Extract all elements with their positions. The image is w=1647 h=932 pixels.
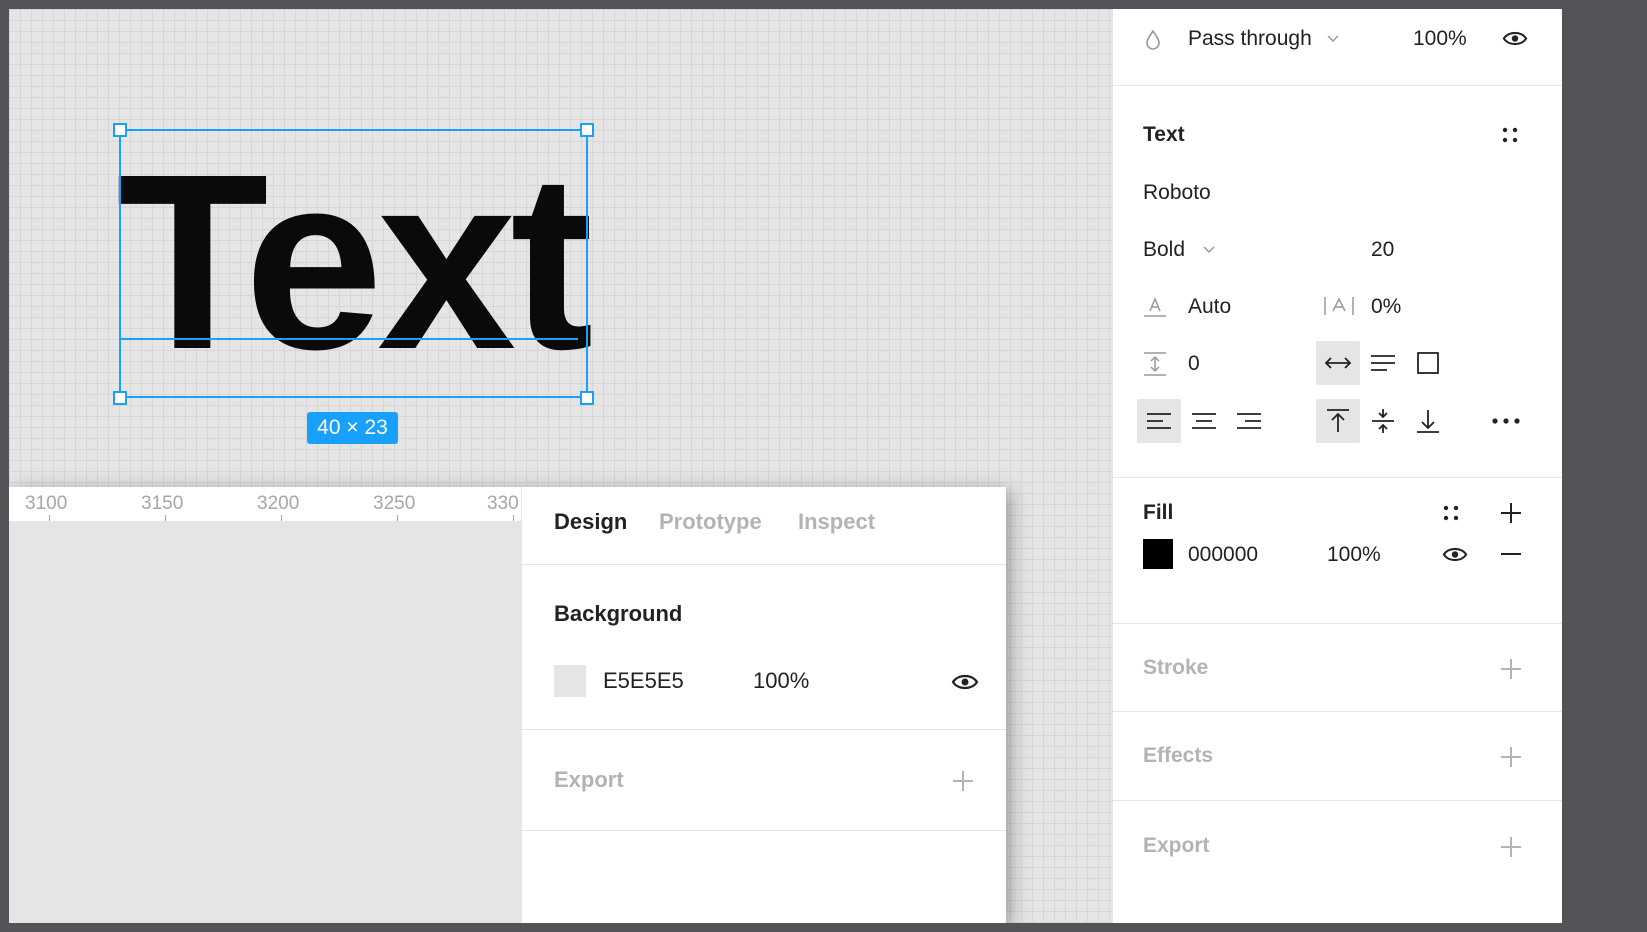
- fill-color-value[interactable]: 000000: [1188, 543, 1258, 567]
- resize-handle-bottom-right[interactable]: [580, 391, 594, 405]
- letter-spacing-input[interactable]: 0%: [1371, 295, 1401, 319]
- background-opacity-value[interactable]: 100%: [753, 668, 809, 694]
- add-export-icon[interactable]: [950, 768, 976, 794]
- text-section-title: Text: [1143, 123, 1185, 146]
- add-fill-icon[interactable]: [1498, 500, 1524, 526]
- fill-title: Fill: [1143, 501, 1174, 524]
- canvas[interactable]: Text 40 × 23 3100 3150 3200 3250 330 Des…: [9, 9, 1112, 923]
- remove-fill-icon[interactable]: [1498, 543, 1524, 565]
- ruler-label: 3100: [25, 493, 68, 514]
- inner-figma-view: 3100 3150 3200 3250 330 Design Prototype…: [9, 487, 1006, 923]
- font-family-select[interactable]: Roboto: [1143, 181, 1211, 205]
- add-effect-icon[interactable]: [1498, 744, 1524, 770]
- eye-icon[interactable]: [1440, 542, 1470, 566]
- chevron-down-icon[interactable]: [1326, 33, 1340, 45]
- effects-section: Effects: [1113, 712, 1563, 801]
- inner-tab-bar: Design Prototype Inspect: [522, 487, 1006, 565]
- fill-opacity-value[interactable]: 100%: [1327, 543, 1381, 567]
- auto-height-icon[interactable]: [1361, 341, 1405, 385]
- ruler-label: 3200: [257, 493, 300, 514]
- align-left-icon[interactable]: [1137, 399, 1181, 443]
- inner-export-title: Export: [554, 767, 624, 792]
- layer-opacity[interactable]: 100%: [1413, 27, 1467, 51]
- blend-drop-icon: [1143, 28, 1163, 52]
- resize-handle-top-right[interactable]: [580, 123, 594, 137]
- add-export-icon[interactable]: [1498, 834, 1524, 860]
- fixed-size-icon[interactable]: [1406, 341, 1450, 385]
- eye-icon[interactable]: [1500, 26, 1530, 50]
- font-size-input[interactable]: 20: [1371, 238, 1394, 262]
- line-height-icon: [1141, 293, 1169, 319]
- resize-handle-top-left[interactable]: [113, 123, 127, 137]
- ruler-tick: [281, 515, 282, 521]
- paragraph-spacing-icon: [1141, 349, 1169, 379]
- window-backdrop: [1562, 0, 1647, 932]
- ruler-tick: [165, 515, 166, 521]
- background-title: Background: [554, 601, 683, 626]
- align-middle-icon[interactable]: [1361, 399, 1405, 443]
- tab-inspect[interactable]: Inspect: [798, 509, 875, 535]
- ruler-label: 3150: [141, 493, 184, 514]
- font-weight-select[interactable]: Bold: [1143, 238, 1185, 262]
- selection-box: [119, 129, 588, 398]
- line-height-input[interactable]: Auto: [1188, 295, 1231, 319]
- background-color-value[interactable]: E5E5E5: [603, 668, 684, 694]
- align-center-icon[interactable]: [1182, 399, 1226, 443]
- align-right-icon[interactable]: [1227, 399, 1271, 443]
- fill-section: Fill 000000 100%: [1113, 478, 1563, 624]
- ruler-label: 3250: [373, 493, 416, 514]
- resize-handle-bottom-left[interactable]: [113, 391, 127, 405]
- text-baseline: [119, 338, 578, 340]
- auto-width-icon[interactable]: [1316, 341, 1360, 385]
- ruler-tick: [513, 515, 514, 521]
- stroke-section: Stroke: [1113, 624, 1563, 712]
- ruler-label: 330: [487, 493, 519, 514]
- letter-spacing-icon: [1322, 293, 1356, 319]
- background-color-swatch[interactable]: [554, 665, 586, 697]
- ruler: 3100 3150 3200 3250 330: [9, 487, 521, 522]
- fill-color-swatch[interactable]: [1143, 539, 1173, 569]
- tab-design[interactable]: Design: [554, 509, 627, 535]
- text-styles-icon[interactable]: [1499, 124, 1521, 146]
- chevron-down-icon[interactable]: [1202, 244, 1216, 256]
- export-title: Export: [1143, 834, 1210, 857]
- background-section: Background E5E5E5 100%: [522, 565, 1006, 730]
- fill-styles-icon[interactable]: [1440, 502, 1462, 524]
- layer-section: Pass through 100%: [1113, 9, 1563, 86]
- ruler-tick: [397, 515, 398, 521]
- size-badge: 40 × 23: [307, 412, 398, 444]
- text-section: Text Roboto Bold 20 Auto 0% 0: [1113, 86, 1563, 478]
- ruler-tick: [49, 515, 50, 521]
- align-top-icon[interactable]: [1316, 399, 1360, 443]
- align-bottom-icon[interactable]: [1406, 399, 1450, 443]
- blend-mode-select[interactable]: Pass through: [1188, 27, 1312, 51]
- more-options-icon[interactable]: [1489, 411, 1523, 431]
- eye-icon[interactable]: [950, 670, 980, 694]
- effects-title: Effects: [1143, 744, 1214, 767]
- design-panel: Pass through 100% Text Roboto Bold 20 Au…: [1112, 9, 1563, 923]
- add-stroke-icon[interactable]: [1498, 656, 1524, 682]
- paragraph-spacing-input[interactable]: 0: [1188, 352, 1200, 376]
- export-section: Export: [1113, 801, 1563, 923]
- inner-export-section: Export: [522, 730, 1006, 831]
- stroke-title: Stroke: [1143, 656, 1209, 679]
- tab-prototype[interactable]: Prototype: [659, 509, 762, 535]
- inner-design-panel: Design Prototype Inspect Background E5E5…: [521, 487, 1006, 923]
